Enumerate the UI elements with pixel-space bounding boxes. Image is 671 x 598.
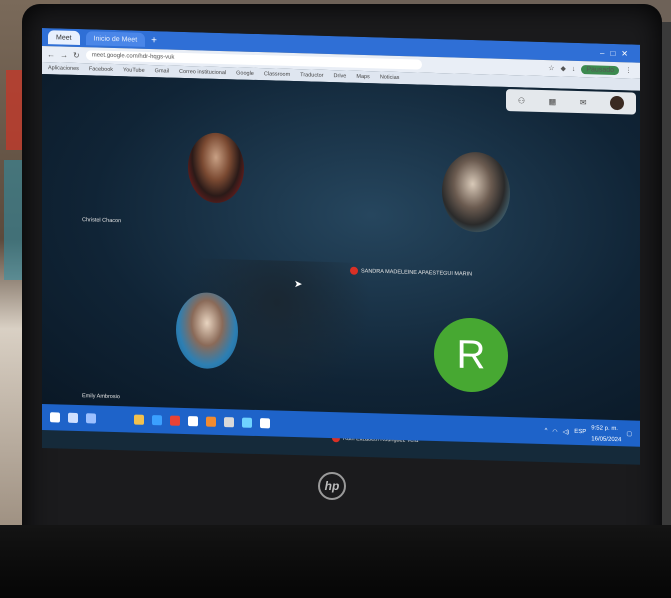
clock-date: 16/05/2024 [591,436,622,444]
chat-icon[interactable]: ✉ [580,98,587,107]
bookmark-item[interactable]: Facebook [89,66,113,73]
profile-button[interactable]: Pausado [581,64,619,75]
start-icon[interactable] [50,412,60,423]
chevron-up-icon[interactable]: ^ [545,428,548,434]
bookmark-item[interactable]: Gmail [155,68,169,74]
search-icon[interactable] [68,412,78,424]
bookmark-item[interactable]: Aplicaciones [48,65,79,72]
download-icon[interactable]: ↓ [572,65,576,72]
laptop-screen: Meet Inicio de Meet + –□✕ ← → ↻ meet.goo… [42,28,640,465]
app-icon[interactable] [206,416,216,427]
participant-photo [188,132,244,204]
tab-meet-home[interactable]: Inicio de Meet [85,31,146,47]
store-icon[interactable] [188,416,198,427]
forward-icon[interactable]: → [60,50,68,59]
meet-top-toolbar: ⚇ ▦ ✉ [506,88,636,115]
layout-icon[interactable]: ▦ [549,97,557,106]
star-icon[interactable]: ☆ [548,64,554,72]
clock[interactable]: 9:52 p. m. 16/05/2024 [591,421,621,444]
edge-icon[interactable] [152,415,162,426]
participant-initial-avatar: R [434,316,508,394]
bookmark-item[interactable]: Maps [356,74,369,80]
notifications-icon[interactable]: ▢ [626,430,632,437]
bookmark-item[interactable]: YouTube [123,67,145,74]
extensions-icon[interactable]: ◆ [560,64,565,72]
people-icon[interactable]: ⚇ [518,96,525,105]
bookmark-item[interactable]: Traductor [300,72,323,79]
system-tray: ^ ◠ ◁) ESP 9:52 p. m. 16/05/2024 ▢ [545,420,640,445]
volume-icon[interactable]: ◁) [563,428,570,435]
bookmark-item[interactable]: Classroom [264,71,290,78]
task-view-icon[interactable] [86,413,96,424]
bookmark-item[interactable]: Correo institucional [179,69,226,76]
menu-icon[interactable]: ⋮ [625,66,632,74]
app-icon[interactable] [224,417,234,428]
tab-meet[interactable]: Meet [48,30,80,46]
app-icon[interactable] [242,417,252,428]
mouse-cursor-icon: ➤ [294,279,303,291]
bookmark-item[interactable]: Drive [334,73,347,79]
bookmark-item[interactable]: Google [236,70,254,76]
participant-name: Emily Ambrosio [82,393,120,401]
clock-time: 9:52 p. m. [591,425,618,433]
participant-photo [442,151,510,234]
app-icon[interactable] [260,418,270,429]
chrome-icon[interactable] [170,415,180,426]
hp-logo: hp [318,472,346,500]
reload-icon[interactable]: ↻ [73,50,80,59]
participant-name: SANDRA MADELEINE APAESTEGUI MARIN [361,268,473,278]
self-avatar[interactable] [610,95,625,111]
language-indicator[interactable]: ESP [574,429,586,435]
participant-photo [176,291,238,370]
network-icon[interactable]: ◠ [552,428,557,435]
file-explorer-icon[interactable] [134,414,144,425]
window-controls[interactable]: –□✕ [600,48,640,58]
bookmark-item[interactable]: Noticias [380,74,400,81]
meet-video-grid: ⚇ ▦ ✉ Christel Chacon SANDRA MADELEINE A… [42,74,640,444]
back-icon[interactable]: ← [47,50,55,59]
participant-name: Christel Chacon [82,217,122,225]
new-tab-icon[interactable]: + [151,35,157,46]
laptop-base [0,525,671,598]
mic-off-icon [350,266,358,275]
